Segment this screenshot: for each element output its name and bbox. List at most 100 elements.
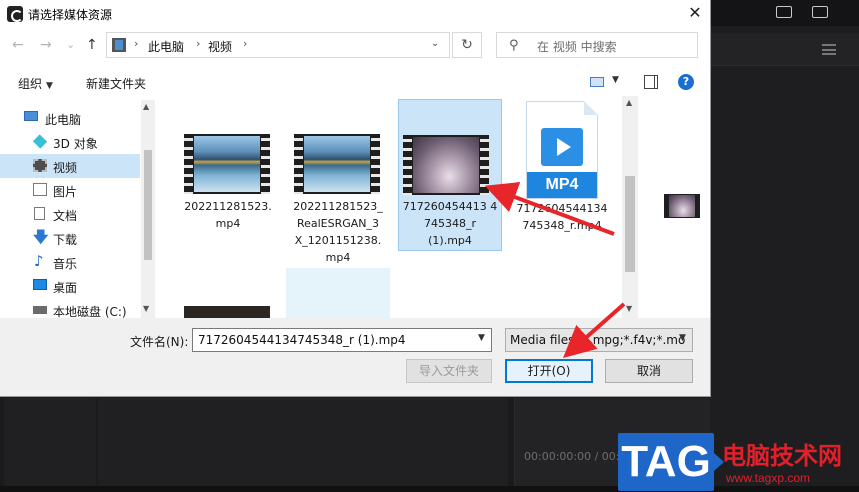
sidebar-item-label: 3D 对象 bbox=[53, 137, 98, 151]
file-item-selected[interactable]: 717260454413 4 745348_r (1).mp4 bbox=[398, 99, 502, 251]
video-folder-icon bbox=[33, 159, 47, 172]
back-button[interactable]: ← bbox=[12, 36, 24, 54]
breadcrumb-this-pc[interactable]: 此电脑 bbox=[148, 38, 184, 55]
disk-icon bbox=[33, 306, 47, 314]
dialog-titlebar: 请选择媒体资源 ✕ bbox=[0, 0, 710, 28]
watermark-logo: TAG bbox=[618, 433, 724, 491]
filetype-select[interactable]: Media files (*.mpg;*.f4v;*.mo bbox=[505, 328, 693, 352]
music-icon: ♪ bbox=[34, 252, 44, 270]
3d-objects-icon bbox=[32, 134, 48, 149]
video-frame bbox=[304, 136, 370, 192]
scrollbar-thumb[interactable] bbox=[144, 150, 152, 260]
filmstrip-edge bbox=[403, 135, 412, 195]
open-button[interactable]: 打开(O) bbox=[505, 359, 593, 383]
refresh-button[interactable]: ↻ bbox=[452, 32, 482, 58]
organize-button[interactable]: 组织 ▼ bbox=[18, 75, 53, 92]
filename-input[interactable] bbox=[192, 328, 492, 352]
sidebar-item-this-pc[interactable]: 此电脑 bbox=[0, 106, 140, 130]
sidebar-item-label: 桌面 bbox=[53, 281, 78, 295]
filmstrip-edge bbox=[480, 135, 489, 195]
background-app-panel bbox=[710, 0, 859, 492]
background-media-grid bbox=[98, 398, 508, 486]
sidebar-item-label: 此电脑 bbox=[45, 113, 82, 127]
file-item-hovered[interactable] bbox=[286, 268, 390, 318]
background-panel-header bbox=[710, 34, 859, 66]
address-dropdown-icon[interactable]: ⌄ bbox=[431, 38, 439, 49]
new-folder-button[interactable]: 新建文件夹 bbox=[86, 75, 146, 92]
sidebar-item-videos[interactable]: 视频 bbox=[0, 154, 140, 178]
file-name: 202211281523_ RealESRGAN_3 X_1201151238.… bbox=[293, 200, 383, 264]
background-app-topbar bbox=[710, 0, 859, 26]
download-icon: 🡇 bbox=[33, 228, 49, 246]
video-thumbnail bbox=[184, 306, 270, 318]
search-placeholder[interactable]: 在 视频 中搜索 bbox=[537, 38, 617, 55]
sidebar-item-downloads[interactable]: 🡇 下载 bbox=[0, 226, 140, 250]
sidebar-item-label: 音乐 bbox=[53, 257, 78, 271]
file-name: 717260454413 4 745348_r (1).mp4 bbox=[402, 200, 498, 247]
import-folder-button[interactable]: 导入文件夹 bbox=[406, 359, 492, 383]
page-fold bbox=[584, 101, 598, 115]
search-icon: ⚲ bbox=[509, 38, 519, 53]
chevron-down-icon: ▼ bbox=[46, 81, 53, 91]
file-item[interactable]: MP4 7172604544134 745348_r.mp4 bbox=[510, 99, 614, 239]
mp4-badge: MP4 bbox=[527, 172, 597, 198]
scroll-down-icon[interactable]: ▼ bbox=[143, 304, 149, 313]
sidebar-item-pictures[interactable]: 图片 bbox=[0, 178, 140, 202]
keyboard-icon[interactable] bbox=[776, 6, 792, 18]
filetype-dropdown-icon[interactable]: ▼ bbox=[679, 333, 686, 343]
up-button[interactable]: ↑ bbox=[86, 36, 98, 54]
scrollbar-thumb[interactable] bbox=[625, 176, 635, 272]
watermark-url: www.tagxp.com bbox=[726, 471, 811, 485]
breadcrumb-videos[interactable]: 视频 bbox=[208, 38, 232, 55]
address-bar[interactable]: › 此电脑 › 视频 › ⌄ bbox=[106, 32, 450, 58]
view-options-icon[interactable] bbox=[590, 77, 604, 87]
cancel-button[interactable]: 取消 bbox=[605, 359, 693, 383]
view-dropdown-icon[interactable]: ▼ bbox=[612, 75, 619, 85]
search-box[interactable]: ⚲ 在 视频 中搜索 bbox=[496, 32, 698, 58]
file-list: 202211281523. mp4 202211281523_ RealESRG… bbox=[155, 96, 638, 318]
close-button[interactable]: ✕ bbox=[684, 2, 706, 24]
file-name: 7172604544134 745348_r.mp4 bbox=[516, 202, 608, 232]
background-media-panel bbox=[4, 398, 96, 486]
watermark-site-name: 电脑技术网 bbox=[722, 442, 842, 470]
preview-pane bbox=[638, 96, 710, 318]
play-icon bbox=[541, 128, 583, 166]
breadcrumb-separator[interactable]: › bbox=[243, 37, 247, 50]
forward-button[interactable]: → bbox=[40, 36, 52, 54]
breadcrumb-separator[interactable]: › bbox=[196, 37, 200, 50]
video-thumbnail bbox=[403, 135, 489, 195]
video-thumbnail bbox=[294, 134, 380, 194]
menu-icon[interactable] bbox=[822, 44, 836, 55]
scroll-up-icon[interactable]: ▲ bbox=[143, 102, 149, 111]
recent-locations-button[interactable]: ⌄ bbox=[66, 36, 75, 54]
filename-label: 文件名(N): bbox=[130, 335, 189, 349]
filename-dropdown-icon[interactable]: ▼ bbox=[478, 333, 485, 343]
navigation-scrollbar[interactable]: ▲ ▼ bbox=[141, 100, 155, 318]
file-item[interactable]: 202211281523. mp4 bbox=[176, 132, 280, 262]
preview-pane-icon[interactable] bbox=[644, 75, 658, 89]
app-logo-icon bbox=[7, 6, 23, 22]
sidebar-item-desktop[interactable]: 桌面 bbox=[0, 274, 140, 298]
desktop-icon bbox=[33, 279, 47, 290]
help-icon[interactable]: ? bbox=[678, 74, 694, 90]
filmstrip-edge bbox=[261, 134, 270, 194]
video-frame bbox=[194, 308, 260, 318]
scroll-down-icon[interactable]: ▼ bbox=[626, 304, 632, 313]
sidebar-item-documents[interactable]: 文档 bbox=[0, 202, 140, 226]
computer-icon bbox=[24, 111, 38, 121]
preview-thumbnail bbox=[664, 194, 700, 218]
sidebar-item-music[interactable]: ♪ 音乐 bbox=[0, 250, 140, 274]
video-frame bbox=[669, 195, 695, 217]
file-item[interactable] bbox=[176, 296, 280, 318]
dialog-footer: 文件名(N): ▼ Media files (*.mpg;*.f4v;*.mo … bbox=[0, 318, 710, 396]
sidebar-item-3d-objects[interactable]: 3D 对象 bbox=[0, 130, 140, 154]
video-frame bbox=[194, 136, 260, 192]
navigation-bar: ← → ⌄ ↑ › 此电脑 › 视频 › ⌄ ↻ ⚲ 在 视频 中搜索 bbox=[0, 28, 710, 64]
layout-icon[interactable] bbox=[812, 6, 828, 18]
command-toolbar: 组织 ▼ 新建文件夹 ▼ ? bbox=[0, 68, 710, 96]
breadcrumb-separator[interactable]: › bbox=[134, 37, 138, 50]
file-item[interactable]: 202211281523_ RealESRGAN_3 X_1201151238.… bbox=[286, 132, 390, 264]
file-list-scrollbar[interactable]: ▲ ▼ bbox=[622, 96, 638, 318]
file-open-dialog: 请选择媒体资源 ✕ ← → ⌄ ↑ › 此电脑 › 视频 › ⌄ ↻ ⚲ 在 视… bbox=[0, 0, 710, 396]
scroll-up-icon[interactable]: ▲ bbox=[626, 98, 632, 107]
